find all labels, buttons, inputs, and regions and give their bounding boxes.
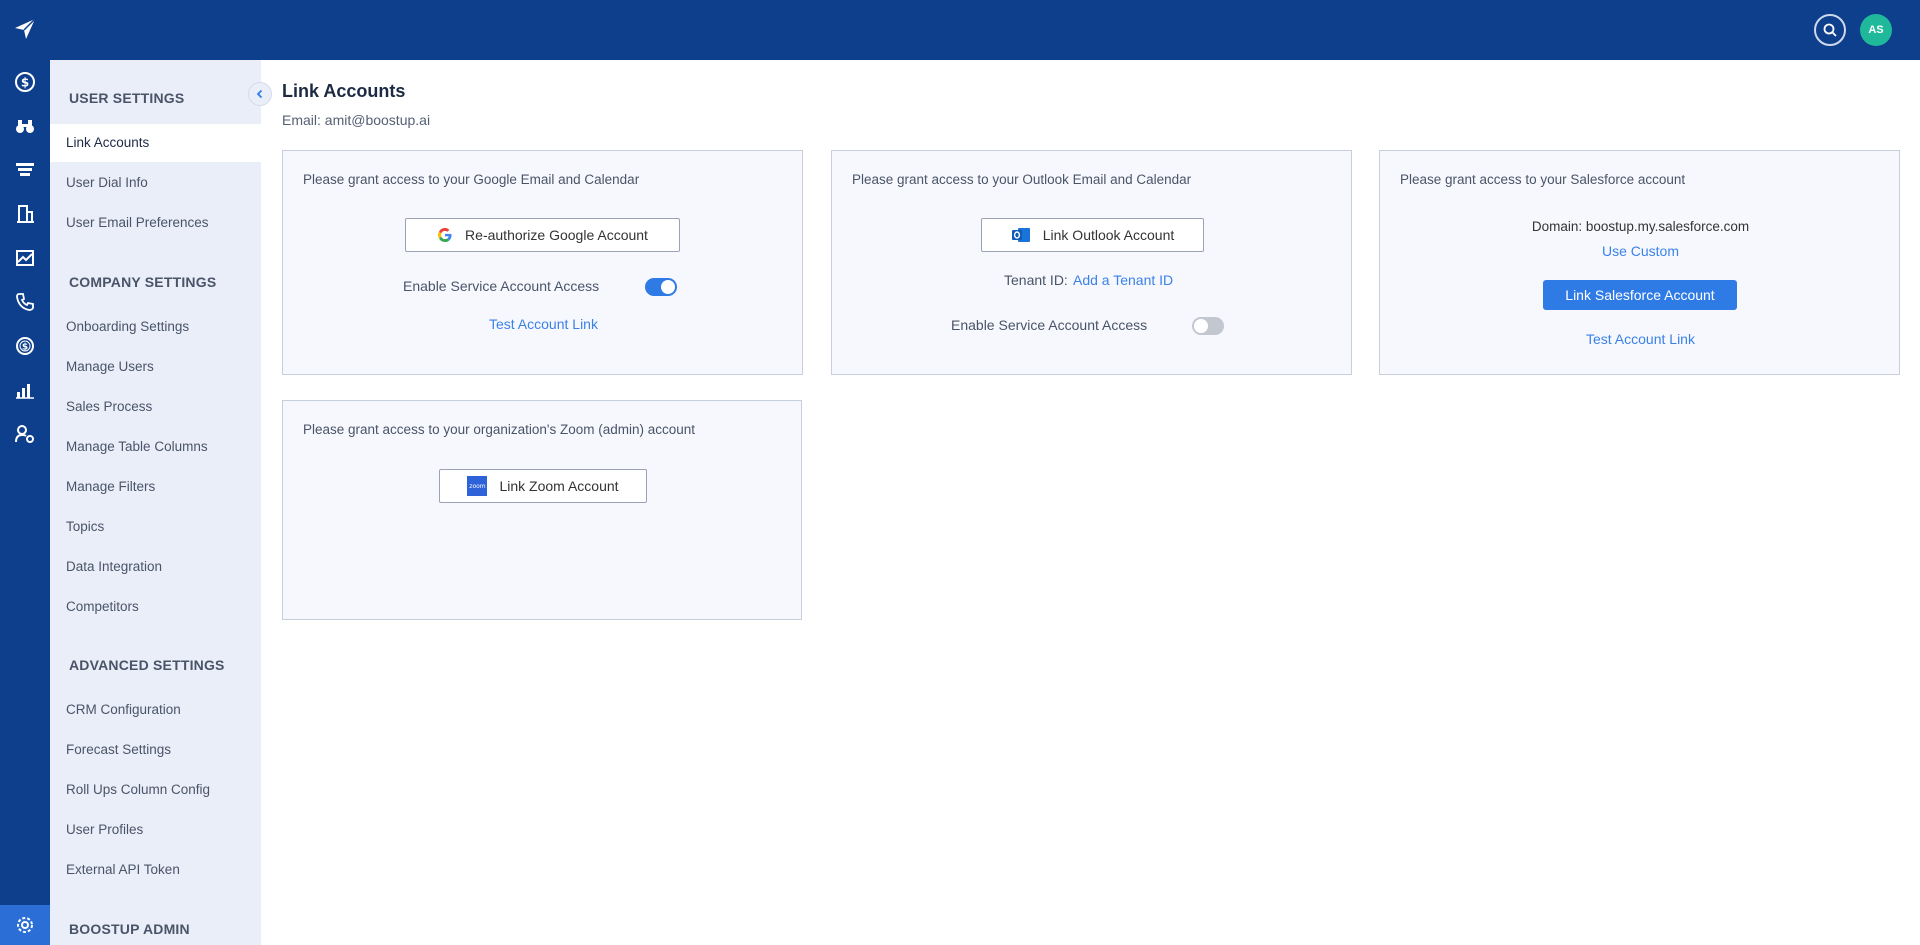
sidebar-item-crm-configuration[interactable]: CRM Configuration — [50, 691, 261, 729]
top-bar: AS — [0, 0, 1920, 60]
zoom-icon-text: zoom — [469, 482, 486, 490]
reauthorize-google-button[interactable]: Re-authorize Google Account — [405, 218, 680, 252]
paper-plane-logo-icon[interactable] — [12, 16, 38, 47]
link-zoom-button[interactable]: zoom Link Zoom Account — [439, 469, 647, 503]
building-icon[interactable] — [12, 201, 38, 227]
boostup-admin-heading: BOOSTUP ADMIN — [69, 921, 190, 937]
salesforce-test-account-link[interactable]: Test Account Link — [1380, 331, 1901, 347]
outlook-service-access-label: Enable Service Account Access — [951, 317, 1148, 333]
page-title: Link Accounts — [282, 81, 406, 101]
link-zoom-label: Link Zoom Account — [499, 478, 619, 494]
search-icon — [1823, 23, 1837, 37]
use-custom-link[interactable]: Use Custom — [1380, 243, 1901, 259]
outlook-description: Please grant access to your Outlook Emai… — [852, 172, 1192, 187]
chart-image-icon[interactable] — [12, 245, 38, 271]
icon-rail: $ $ — [0, 0, 50, 945]
zoom-description: Please grant access to your organization… — [303, 422, 696, 437]
link-salesforce-button[interactable]: Link Salesforce Account — [1543, 280, 1737, 310]
sidebar-item-external-api-token[interactable]: External API Token — [50, 851, 261, 889]
svg-text:$: $ — [22, 343, 28, 353]
svg-text:$: $ — [21, 76, 29, 90]
tenant-id-label: Tenant ID: — [1004, 272, 1068, 288]
phone-icon[interactable] — [12, 289, 38, 315]
outlook-icon — [1011, 228, 1030, 242]
salesforce-description: Please grant access to your Salesforce a… — [1400, 172, 1686, 187]
sidebar-item-user-email-preferences[interactable]: User Email Preferences — [50, 204, 261, 242]
sidebar-item-onboarding-settings[interactable]: Onboarding Settings — [50, 308, 261, 346]
advanced-settings-heading: ADVANCED SETTINGS — [69, 657, 225, 673]
salesforce-domain: Domain: boostup.my.salesforce.com — [1531, 219, 1750, 234]
funnel-icon[interactable] — [12, 157, 38, 183]
user-settings-icon[interactable] — [12, 421, 38, 447]
dollar-circle-icon[interactable]: $ — [12, 69, 38, 95]
user-settings-heading: USER SETTINGS — [69, 90, 185, 106]
google-service-access-label: Enable Service Account Access — [403, 278, 600, 294]
bar-chart-icon[interactable] — [12, 377, 38, 403]
settings-sidebar: USER SETTINGS Link Accounts User Dial In… — [50, 60, 261, 945]
sidebar-item-roll-ups-column-config[interactable]: Roll Ups Column Config — [50, 771, 261, 809]
page-email: Email: amit@boostup.ai — [282, 112, 431, 128]
sidebar-item-manage-filters[interactable]: Manage Filters — [50, 468, 261, 506]
zoom-card: Please grant access to your organization… — [282, 400, 802, 620]
company-settings-heading: COMPANY SETTINGS — [69, 274, 217, 290]
link-outlook-button[interactable]: Link Outlook Account — [981, 218, 1204, 252]
search-button[interactable] — [1814, 14, 1846, 46]
collapse-sidebar-button[interactable] — [248, 82, 272, 106]
reauthorize-google-label: Re-authorize Google Account — [465, 227, 648, 243]
sidebar-item-user-profiles[interactable]: User Profiles — [50, 811, 261, 849]
add-tenant-id-link[interactable]: Add a Tenant ID — [1073, 272, 1173, 288]
binoculars-icon[interactable] — [12, 113, 38, 139]
sidebar-item-forecast-settings[interactable]: Forecast Settings — [50, 731, 261, 769]
chevron-left-icon — [256, 89, 263, 99]
user-avatar[interactable]: AS — [1860, 14, 1892, 46]
sidebar-item-manage-table-columns[interactable]: Manage Table Columns — [50, 428, 261, 466]
sidebar-item-competitors[interactable]: Competitors — [50, 588, 261, 626]
salesforce-card: Please grant access to your Salesforce a… — [1379, 150, 1900, 375]
google-description: Please grant access to your Google Email… — [303, 172, 640, 187]
sidebar-item-sales-process[interactable]: Sales Process — [50, 388, 261, 426]
outlook-card: Please grant access to your Outlook Emai… — [831, 150, 1352, 375]
sidebar-item-data-integration[interactable]: Data Integration — [50, 548, 261, 586]
outlook-service-access-toggle[interactable] — [1192, 317, 1224, 335]
google-test-account-link[interactable]: Test Account Link — [283, 316, 804, 332]
link-outlook-label: Link Outlook Account — [1042, 227, 1175, 243]
google-card: Please grant access to your Google Email… — [282, 150, 803, 375]
sidebar-item-link-accounts[interactable]: Link Accounts — [50, 124, 261, 162]
google-service-access-toggle[interactable] — [645, 278, 677, 296]
gear-icon[interactable] — [0, 905, 50, 945]
sidebar-item-manage-users[interactable]: Manage Users — [50, 348, 261, 386]
zoom-icon: zoom — [467, 476, 488, 496]
dollar-target-icon[interactable]: $ — [12, 333, 38, 359]
sidebar-item-user-dial-info[interactable]: User Dial Info — [50, 164, 261, 202]
sidebar-item-topics[interactable]: Topics — [50, 508, 261, 546]
google-icon — [438, 228, 452, 242]
